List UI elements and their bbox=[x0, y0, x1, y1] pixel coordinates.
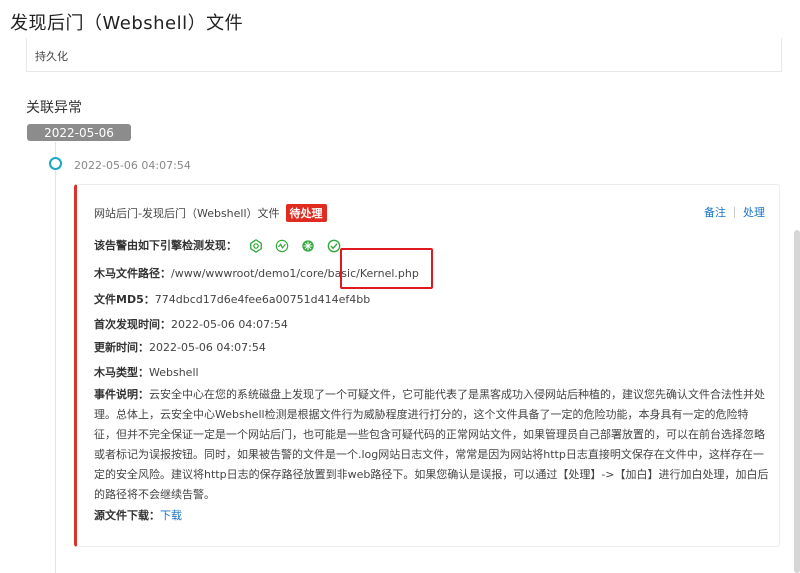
handle-button[interactable]: 处理 bbox=[743, 204, 765, 220]
file-md5: 774dbcd17d6e4fee6a00751d414ef4bb bbox=[154, 293, 371, 306]
path-label: 木马文件路径： bbox=[94, 267, 171, 280]
md5-label: 文件MD5： bbox=[94, 293, 155, 306]
type-row: 木马类型：Webshell bbox=[94, 364, 199, 380]
alert-actions: 备注 处理 bbox=[704, 204, 765, 220]
engine-icon-3[interactable] bbox=[301, 239, 315, 253]
type-label: 木马类型： bbox=[94, 366, 149, 379]
updated-label: 更新时间： bbox=[94, 341, 149, 354]
status-badge: 待处理 bbox=[285, 204, 327, 222]
engine-icon-4[interactable] bbox=[327, 239, 341, 253]
engines-label: 该告警由如下引擎检测发现： bbox=[94, 239, 237, 252]
date-badge: 2022-05-06 bbox=[27, 124, 131, 141]
event-description: 事件说明：云安全中心在您的系统磁盘上发现了一个可疑文件，它可能代表了是黑客成功入… bbox=[94, 385, 770, 505]
first-seen-value: 2022-05-06 04:07:54 bbox=[171, 318, 288, 331]
timeline-dot-icon bbox=[49, 157, 62, 170]
desc-text: 云安全中心在您的系统磁盘上发现了一个可疑文件，它可能代表了是黑客成功入侵网站后种… bbox=[94, 388, 769, 501]
engines-row: 该告警由如下引擎检测发现： bbox=[94, 237, 341, 253]
engine-icon-1[interactable] bbox=[249, 239, 263, 253]
engine-icon-2[interactable] bbox=[275, 239, 289, 253]
updated-value: 2022-05-06 04:07:54 bbox=[149, 341, 266, 354]
note-button[interactable]: 备注 bbox=[704, 204, 726, 220]
persistence-label: 持久化 bbox=[35, 50, 68, 63]
alert-card: 网站后门-发现后门（Webshell）文件 待处理 备注 处理 该告警由如下引擎… bbox=[74, 184, 780, 547]
desc-label: 事件说明： bbox=[94, 388, 149, 401]
alert-header: 网站后门-发现后门（Webshell）文件 待处理 bbox=[94, 204, 327, 222]
first-seen-label: 首次发现时间： bbox=[94, 318, 171, 331]
updated-row: 更新时间：2022-05-06 04:07:54 bbox=[94, 339, 266, 355]
download-row: 源文件下载：下载 bbox=[94, 507, 182, 523]
highlight-box bbox=[340, 248, 433, 289]
scrollbar[interactable] bbox=[794, 230, 800, 573]
download-link[interactable]: 下载 bbox=[160, 509, 182, 522]
first-seen-row: 首次发现时间：2022-05-06 04:07:54 bbox=[94, 316, 288, 332]
timeline-line bbox=[55, 142, 56, 573]
trojan-type: Webshell bbox=[149, 366, 199, 379]
page-title: 发现后门（Webshell）文件 bbox=[10, 13, 244, 34]
persistence-box: 持久化 bbox=[26, 38, 782, 72]
download-label: 源文件下载： bbox=[94, 509, 160, 522]
alert-name: 网站后门-发现后门（Webshell）文件 bbox=[94, 207, 280, 220]
md5-row: 文件MD5：774dbcd17d6e4fee6a00751d414ef4bb bbox=[94, 291, 370, 307]
related-anomaly-title: 关联异常 bbox=[26, 100, 82, 116]
event-time: 2022-05-06 04:07:54 bbox=[74, 159, 191, 172]
action-divider bbox=[734, 206, 735, 218]
